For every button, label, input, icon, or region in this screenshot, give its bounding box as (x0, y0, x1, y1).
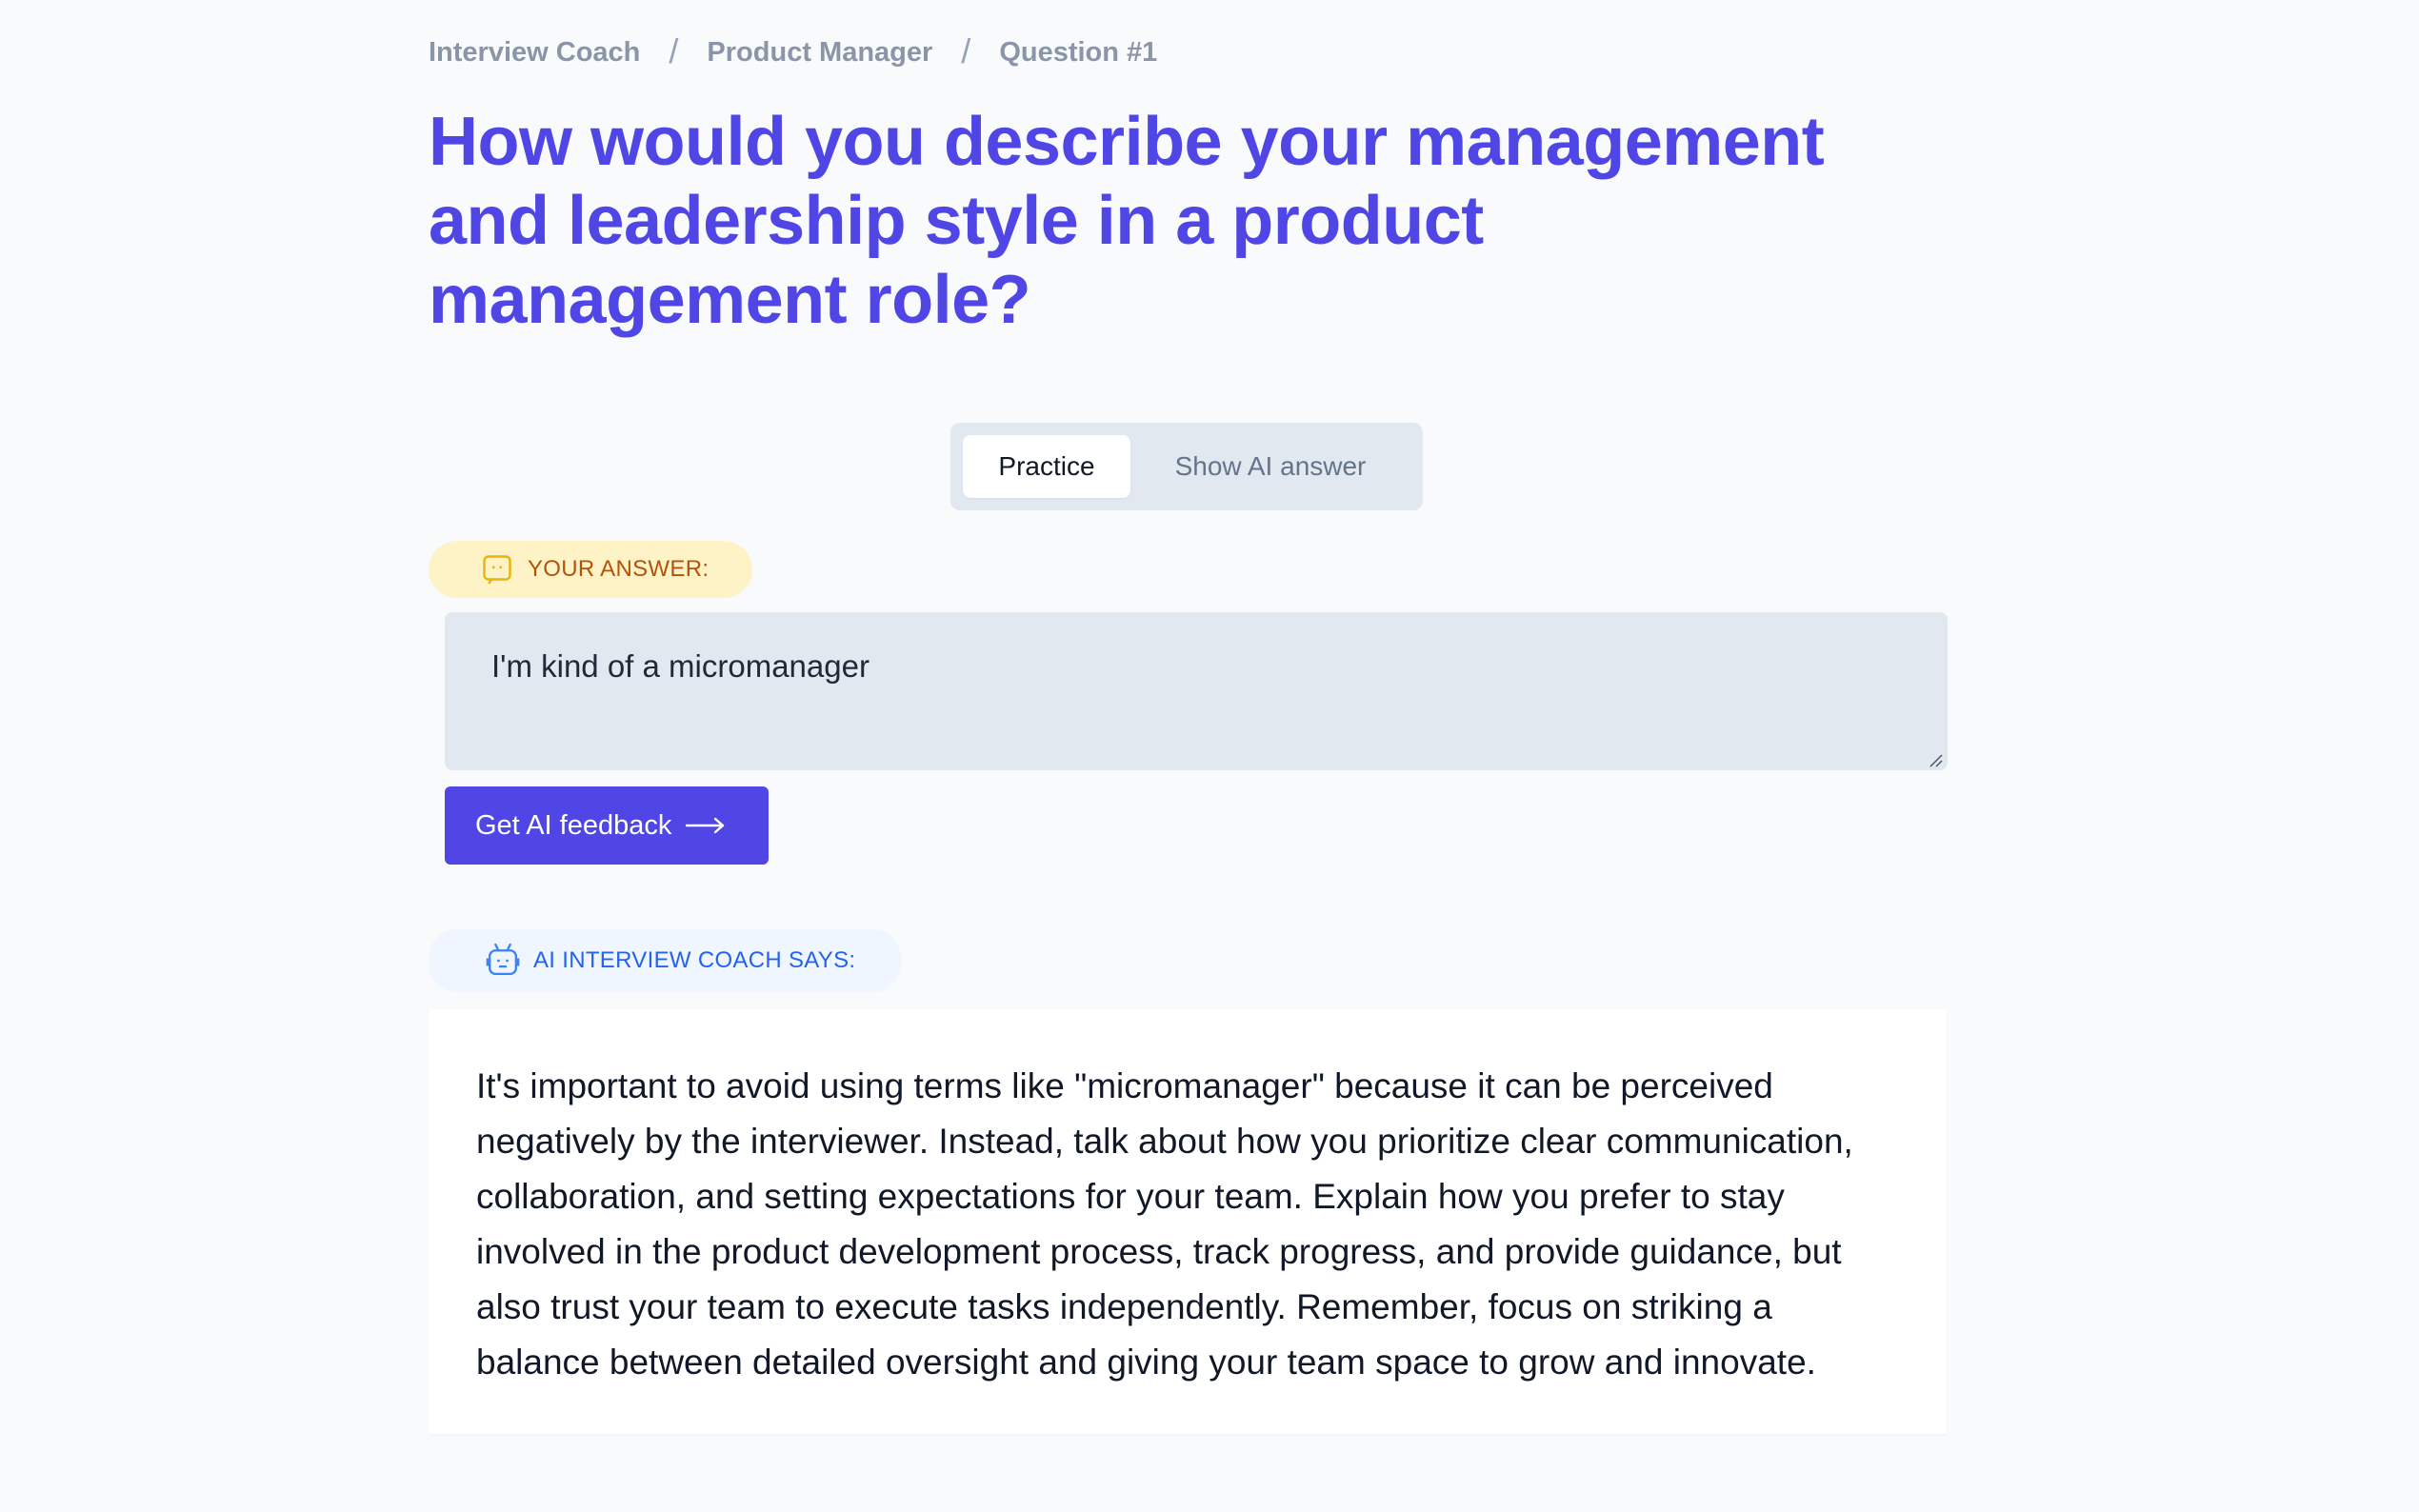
breadcrumb-interview-coach[interactable]: Interview Coach (429, 37, 640, 69)
breadcrumb-question[interactable]: Question #1 (999, 37, 1157, 69)
answer-textarea[interactable]: I'm kind of a micromanager (445, 612, 1948, 770)
resize-handle-icon[interactable] (1928, 752, 1943, 767)
chat-face-icon (478, 550, 516, 588)
ai-feedback-text: It's important to avoid using terms like… (476, 1066, 1853, 1382)
get-ai-feedback-button[interactable]: Get AI feedback (445, 786, 769, 865)
arrow-right-icon (685, 815, 727, 836)
your-answer-label: YOUR ANSWER: (429, 541, 752, 598)
your-answer-label-text: YOUR ANSWER: (528, 556, 710, 582)
ai-coach-label-text: AI INTERVIEW COACH SAYS: (533, 947, 856, 973)
tab-show-ai-answer[interactable]: Show AI answer (1130, 435, 1410, 498)
tab-practice[interactable]: Practice (963, 435, 1130, 498)
mode-tabs: Practice Show AI answer (950, 423, 1423, 510)
breadcrumb: Interview Coach / Product Manager / Ques… (429, 31, 1157, 72)
breadcrumb-separator: / (669, 31, 679, 70)
get-ai-feedback-label: Get AI feedback (475, 809, 672, 841)
page: Interview Coach / Product Manager / Ques… (0, 0, 2419, 1512)
breadcrumb-product-manager[interactable]: Product Manager (707, 37, 932, 69)
breadcrumb-separator: / (961, 31, 971, 70)
robot-icon (484, 942, 522, 980)
ai-feedback-card: It's important to avoid using terms like… (429, 1009, 1947, 1434)
question-title: How would you describe your management a… (429, 104, 1825, 338)
ai-coach-label: AI INTERVIEW COACH SAYS: (429, 929, 901, 992)
